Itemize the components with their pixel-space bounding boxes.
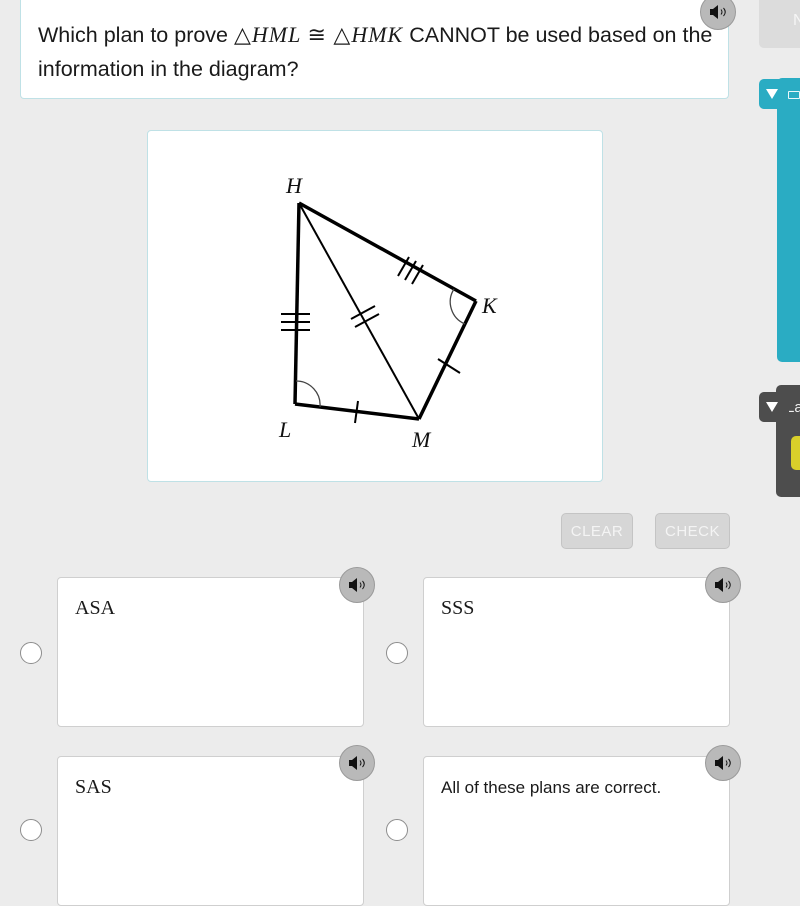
choice-card-all-correct[interactable]: All of these plans are correct. xyxy=(423,756,730,906)
vertex-label-l: L xyxy=(278,417,291,442)
side-km xyxy=(417,300,478,420)
math-expression: △HML ≅ △HMK xyxy=(234,22,403,47)
check-button[interactable]: CHECK xyxy=(655,513,730,549)
choice-card-asa[interactable]: ASA xyxy=(57,577,364,727)
geometry-diagram: H K L M xyxy=(278,173,498,452)
choice-audio-button[interactable] xyxy=(339,745,375,781)
choice-audio-button[interactable] xyxy=(705,567,741,603)
choice-label: SSS xyxy=(441,597,475,619)
vertex-label-k: K xyxy=(481,293,498,318)
calculator-icon xyxy=(788,91,800,99)
next-button[interactable]: N xyxy=(759,0,800,48)
triangle-symbol: △ xyxy=(234,22,252,47)
choice-audio-button[interactable] xyxy=(339,567,375,603)
collapse-triangle-icon xyxy=(766,402,778,412)
triangle-hmk: HMK xyxy=(351,22,404,47)
triangle-hml: HML xyxy=(251,22,301,47)
vertex-label-h: H xyxy=(285,173,303,198)
speaker-icon xyxy=(710,5,726,19)
language-toggle[interactable] xyxy=(759,392,789,422)
speaker-icon xyxy=(715,578,731,592)
question-audio-button[interactable] xyxy=(700,0,736,30)
choice-radio-all-correct[interactable] xyxy=(386,819,408,841)
question-text: Which plan to prove △HML ≅ △HMK CANNOT b… xyxy=(38,18,728,86)
choice-label: SAS xyxy=(75,776,112,798)
question-text-part: Which plan to prove xyxy=(38,23,234,47)
vertex-label-m: M xyxy=(411,427,432,452)
calculator-panel[interactable] xyxy=(777,78,800,362)
speaker-icon xyxy=(349,578,365,592)
language-chip[interactable] xyxy=(791,436,800,470)
choice-audio-button[interactable] xyxy=(705,745,741,781)
triangle-symbol: △ xyxy=(333,22,352,47)
next-label: N xyxy=(793,12,800,29)
choice-radio-sss[interactable] xyxy=(386,642,408,664)
choice-radio-asa[interactable] xyxy=(20,642,42,664)
diagram-box: H K L M xyxy=(147,130,603,482)
congruent-symbol: ≅ xyxy=(307,22,327,47)
clear-button[interactable]: CLEAR xyxy=(561,513,633,549)
choice-radio-sas[interactable] xyxy=(20,819,42,841)
choice-card-sss[interactable]: SSS xyxy=(423,577,730,727)
calculator-toggle[interactable] xyxy=(759,79,789,109)
choice-label: All of these plans are correct. xyxy=(441,778,662,797)
speaker-icon xyxy=(715,756,731,770)
collapse-triangle-icon xyxy=(766,89,778,99)
choice-card-sas[interactable]: SAS xyxy=(57,756,364,906)
side-hl xyxy=(293,202,301,405)
choice-label: ASA xyxy=(75,597,116,619)
question-box: Which plan to prove △HML ≅ △HMK CANNOT b… xyxy=(20,0,729,99)
speaker-icon xyxy=(349,756,365,770)
